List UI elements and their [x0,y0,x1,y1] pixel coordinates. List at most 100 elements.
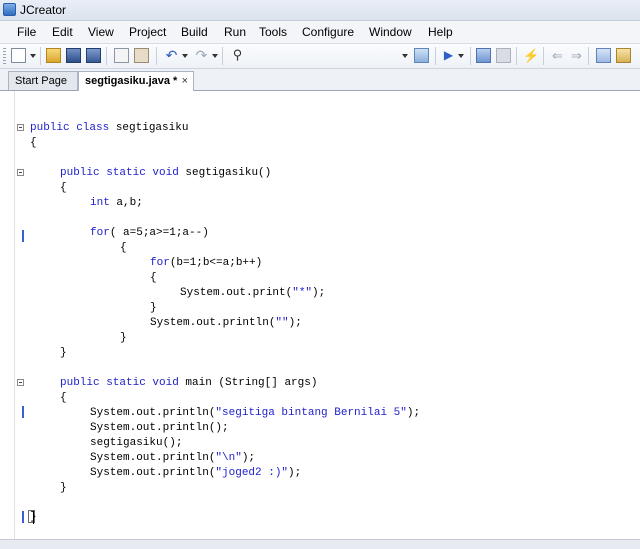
save-all-icon[interactable] [86,48,101,63]
code-text: ); [288,467,302,479]
back-icon[interactable]: ⇐ [550,48,565,63]
chevron-down-icon[interactable] [458,54,464,58]
menu-bar: File Edit View Project Build Run Tools C… [0,21,640,44]
code-text: ( a=5;a>=1;a--) [109,227,209,239]
code-line: for( a=5;a>=1;a--) [90,227,209,240]
code-text: System.out.println( [90,407,216,419]
new-file-icon[interactable] [11,48,26,63]
chevron-down-icon[interactable] [30,54,36,58]
code-text: System.out.println( [90,452,216,464]
menu-window[interactable]: Window [369,25,412,39]
code-line: } [60,347,67,359]
code-keyword: for [90,227,110,239]
code-string: "joged2 :)" [215,467,289,479]
menu-edit[interactable]: Edit [52,25,73,39]
main-toolbar: ↶ ↷ ⚲ ▶ ⚡ ⇐ ⇒ [0,44,640,69]
toolbar-separator [470,47,471,65]
chevron-down-icon[interactable] [212,54,218,58]
toolbar-separator [106,47,107,65]
change-marker [22,511,24,523]
toolbar-separator [222,47,223,65]
code-line: { [60,392,67,404]
text-caret [33,511,34,524]
code-text: main (String[] args) [178,377,318,389]
stop-icon[interactable] [496,48,511,63]
code-line: int a,b; [90,197,143,210]
chevron-down-icon[interactable] [182,54,188,58]
code-text: ); [288,317,302,329]
toolbar-separator [588,47,589,65]
code-text: ); [241,452,256,464]
open-folder-icon[interactable] [46,48,61,63]
toolbar-separator [543,47,544,65]
code-line: segtigasiku(); [90,437,183,449]
title-bar: JCreator [0,0,640,21]
output-icon[interactable] [596,48,611,63]
menu-tools[interactable]: Tools [259,25,287,39]
find-icon[interactable]: ⚲ [230,48,245,63]
editor-gutter [0,91,14,539]
menu-project[interactable]: Project [129,25,166,39]
code-keyword: public static void [60,377,179,389]
code-text: ); [406,407,421,419]
code-line: public class segtigasiku [30,122,188,135]
paste-icon[interactable] [134,48,149,63]
forward-icon[interactable]: ⇒ [569,48,584,63]
code-line: System.out.println("\n"); [90,452,255,465]
toolbar-separator [435,47,436,65]
code-line: { [60,182,67,194]
window-title: JCreator [20,3,67,17]
code-editor[interactable]: public class segtigasiku { public static… [0,91,640,539]
code-text: (b=1;b<=a;b++) [169,257,263,269]
code-text: a,b; [109,197,143,209]
tab-segtigasiku-java[interactable]: segtigasiku.java * × [78,71,194,91]
code-line: { [30,137,37,149]
jcreator-app-icon [3,3,16,16]
code-keyword: public static void [60,167,179,179]
workspace-icon[interactable] [616,48,631,63]
code-line: } [60,482,67,494]
code-keyword: int [90,197,110,209]
toolbar-grip[interactable] [3,48,6,64]
compile-icon[interactable] [414,48,429,63]
code-line: public static void main (String[] args) [60,377,317,390]
fold-toggle-icon[interactable] [17,124,24,131]
code-text: segtigasiku [109,122,189,134]
menu-file[interactable]: File [17,25,36,39]
code-line: System.out.println(""); [150,317,302,330]
code-line: } [120,332,127,344]
code-string: "segitiga bintang Bernilai 5" [215,407,407,419]
fold-toggle-icon[interactable] [17,379,24,386]
run-icon[interactable]: ▶ [441,48,456,63]
code-string: "\n" [215,452,242,464]
toolbar-separator [40,47,41,65]
code-line: } [150,302,157,314]
tab-start-page[interactable]: Start Page [8,71,78,90]
breakpoint-icon[interactable]: ⚡ [523,48,539,63]
menu-configure[interactable]: Configure [302,25,354,39]
redo-icon[interactable]: ↷ [194,48,209,63]
close-icon[interactable]: × [182,75,188,87]
code-line: public static void segtigasiku() [60,167,271,180]
menu-view[interactable]: View [88,25,114,39]
change-marker [22,230,24,242]
undo-icon[interactable]: ↶ [164,48,179,63]
code-keyword: public class [30,122,110,134]
code-line: System.out.println("joged2 :)"); [90,467,301,480]
config-dropdown-arrow[interactable] [402,54,408,58]
menu-build[interactable]: Build [181,25,208,39]
code-text: System.out.println( [90,467,216,479]
debug-icon[interactable] [476,48,491,63]
code-text: System.out.print( [180,287,293,299]
code-text: ); [312,287,326,299]
code-line: { [120,242,127,254]
toolbar-separator [156,47,157,65]
code-line: for(b=1;b<=a;b++) [150,257,262,270]
tab-label: segtigasiku.java * [85,75,178,87]
copy-icon[interactable] [114,48,129,63]
menu-run[interactable]: Run [224,25,246,39]
menu-help[interactable]: Help [428,25,453,39]
fold-toggle-icon[interactable] [17,169,24,176]
code-line: System.out.print("*"); [180,287,325,300]
save-icon[interactable] [66,48,81,63]
